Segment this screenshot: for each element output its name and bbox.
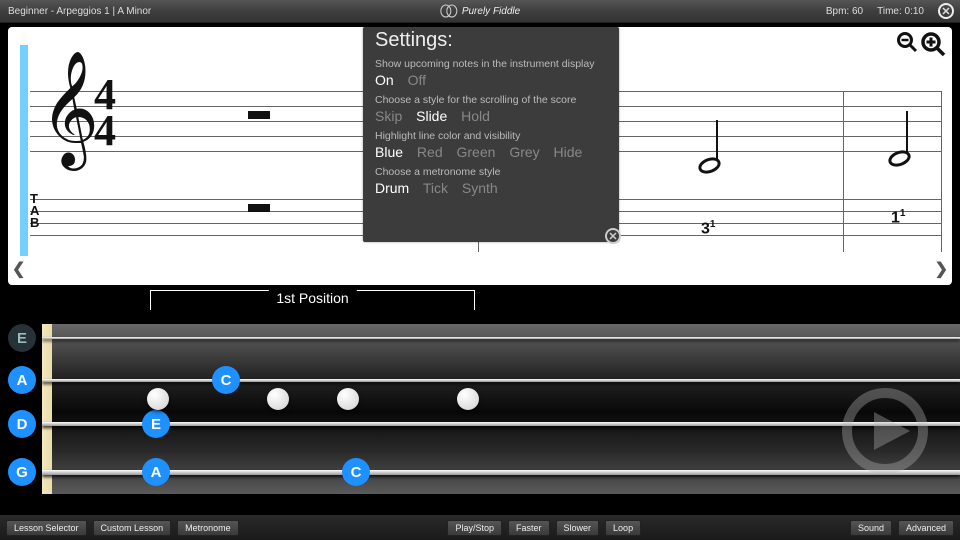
settings-upcoming-desc: Show upcoming notes in the instrument di… [375,58,607,70]
upcoming-note-dot [267,388,289,410]
playhead-highlight [20,45,28,256]
bottom-bar: Lesson Selector Custom Lesson Metronome … [0,515,960,540]
settings-highlight-desc: Highlight line color and visibility [375,130,607,142]
top-bar: Beginner - Arpeggios 1 | A Minor Purely … [0,0,960,23]
upcoming-note-dot [457,388,479,410]
upcoming-note-dot [147,388,169,410]
tab-number: 11 [891,208,905,227]
faster-button[interactable]: Faster [508,520,550,536]
note-stem [716,120,718,160]
zoom-out-button[interactable] [896,31,918,57]
brand-logo: Purely Fiddle [440,4,520,18]
settings-title: Settings: [375,29,607,52]
time-sig-bottom: 4 [94,113,116,149]
open-string-a[interactable]: A [8,366,36,394]
option-scroll-slide[interactable]: Slide [416,108,447,124]
option-metronome-synth[interactable]: Synth [462,180,498,196]
bpm-label: Bpm: 60 [826,6,863,17]
position-bracket: 1st Position [150,290,475,310]
instrument-area: 1st Position E A D G C E A C [0,290,960,510]
open-string-d[interactable]: D [8,410,36,438]
lesson-title: Beginner - Arpeggios 1 | A Minor [0,6,151,17]
play-direction-icon [840,386,930,481]
settings-panel: Settings: Show upcoming notes in the ins… [363,27,619,242]
time-label: Time: 0:10 [877,6,924,17]
open-string-g[interactable]: G [8,458,36,486]
fret-note[interactable]: C [342,458,370,486]
sound-button[interactable]: Sound [850,520,892,536]
next-page-button[interactable]: ❯ [935,259,948,279]
option-scroll-skip[interactable]: Skip [375,108,402,124]
zoom-in-button[interactable] [920,31,946,57]
custom-lesson-button[interactable]: Custom Lesson [93,520,172,536]
upcoming-note-dot [337,388,359,410]
option-metronome-drum[interactable]: Drum [375,180,409,196]
settings-scroll-desc: Choose a style for the scrolling of the … [375,94,607,106]
option-highlight-red[interactable]: Red [417,144,443,160]
fret-note[interactable]: C [212,366,240,394]
brand-text: Purely Fiddle [462,6,520,17]
fret-note[interactable]: A [142,458,170,486]
option-upcoming-on[interactable]: On [375,72,394,88]
barline [843,91,844,252]
score-area: ❮ ❯ 𝄞 4 4 T A B 11 31 11 Settings: Show … [8,27,952,285]
play-stop-button[interactable]: Play/Stop [447,520,502,536]
prev-page-button[interactable]: ❮ [12,259,25,279]
rest-icon [248,111,270,119]
close-app-button[interactable]: ✕ [938,3,954,19]
open-string-e[interactable]: E [8,324,36,352]
tab-clef: T A B [30,193,39,229]
fretboard[interactable]: E A D G C E A C [42,324,960,494]
tab-number: 31 [701,219,715,238]
option-scroll-hold[interactable]: Hold [461,108,490,124]
fret-note[interactable]: E [142,410,170,438]
option-highlight-green[interactable]: Green [457,144,496,160]
note-stem [906,111,908,153]
nut [42,324,52,494]
position-label: 1st Position [268,290,356,306]
option-highlight-blue[interactable]: Blue [375,144,403,160]
settings-metronome-desc: Choose a metronome style [375,166,607,178]
option-upcoming-off[interactable]: Off [408,72,426,88]
option-highlight-hide[interactable]: Hide [554,144,583,160]
close-settings-button[interactable]: ✕ [605,228,621,244]
rest-icon [248,204,270,212]
loop-button[interactable]: Loop [605,520,641,536]
metronome-button[interactable]: Metronome [177,520,239,536]
lesson-selector-button[interactable]: Lesson Selector [6,520,87,536]
barline [941,91,942,252]
option-metronome-tick[interactable]: Tick [423,180,448,196]
treble-clef-icon: 𝄞 [40,59,99,159]
option-highlight-grey[interactable]: Grey [509,144,539,160]
advanced-button[interactable]: Advanced [898,520,954,536]
time-signature: 4 4 [94,77,116,149]
brand-icon [440,4,458,18]
slower-button[interactable]: Slower [556,520,600,536]
